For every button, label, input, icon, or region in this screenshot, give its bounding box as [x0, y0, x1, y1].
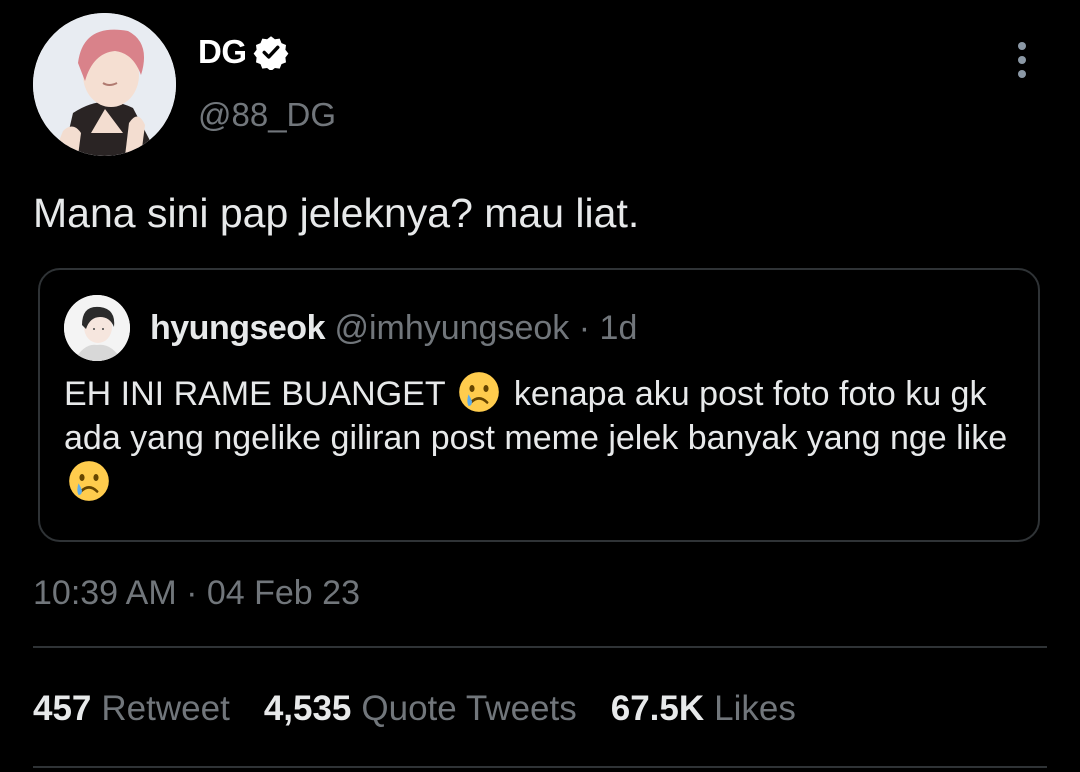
quoted-handle[interactable]: @imhyungseok: [334, 309, 569, 347]
quoted-time[interactable]: 1d: [600, 309, 638, 347]
crying-face-icon: [459, 372, 500, 412]
author-avatar-image: [33, 13, 176, 156]
author-name-row[interactable]: DG: [198, 30, 289, 74]
retweet-label: Retweet: [101, 689, 230, 728]
more-vertical-icon[interactable]: [1008, 40, 1036, 80]
author-handle[interactable]: @88_DG: [198, 93, 336, 137]
engagement-stats: 457 Retweet 4,535 Quote Tweets 67.5K Likes: [33, 686, 796, 732]
quoted-avatar-image: [64, 295, 130, 361]
author-avatar[interactable]: [33, 13, 176, 156]
retweet-stat[interactable]: 457 Retweet: [33, 686, 230, 732]
quote-tweets-label: Quote Tweets: [361, 689, 577, 728]
quoted-display-name[interactable]: hyungseok: [150, 309, 325, 347]
quoted-text-part-1: EH INI RAME BUANGET: [64, 375, 445, 413]
verified-badge-icon: [253, 36, 288, 70]
retweet-count: 457: [33, 689, 92, 728]
divider: [33, 766, 1047, 768]
quoted-separator: ·: [578, 309, 591, 347]
likes-count: 67.5K: [610, 689, 705, 728]
likes-stat[interactable]: 67.5K Likes: [611, 686, 796, 732]
quoted-tweet-card[interactable]: hyungseok @imhyungseok · 1d EH INI RAME …: [38, 268, 1040, 542]
quoted-header: hyungseok @imhyungseok · 1d: [150, 306, 637, 350]
tweet-text: Mana sini pap jeleknya? mau liat.: [33, 190, 640, 236]
likes-label: Likes: [714, 689, 796, 728]
author-display-name[interactable]: DG: [198, 30, 247, 74]
quoted-text: EH INI RAME BUANGET kenapa aku post foto…: [64, 371, 1024, 505]
quote-tweets-count: 4,535: [263, 689, 352, 728]
quoted-avatar[interactable]: [64, 295, 130, 361]
divider: [33, 646, 1047, 648]
tweet-timestamp[interactable]: 10:39 AM · 04 Feb 23: [33, 570, 360, 616]
crying-face-icon: [69, 461, 109, 501]
quote-tweets-stat[interactable]: 4,535 Quote Tweets: [264, 686, 577, 732]
